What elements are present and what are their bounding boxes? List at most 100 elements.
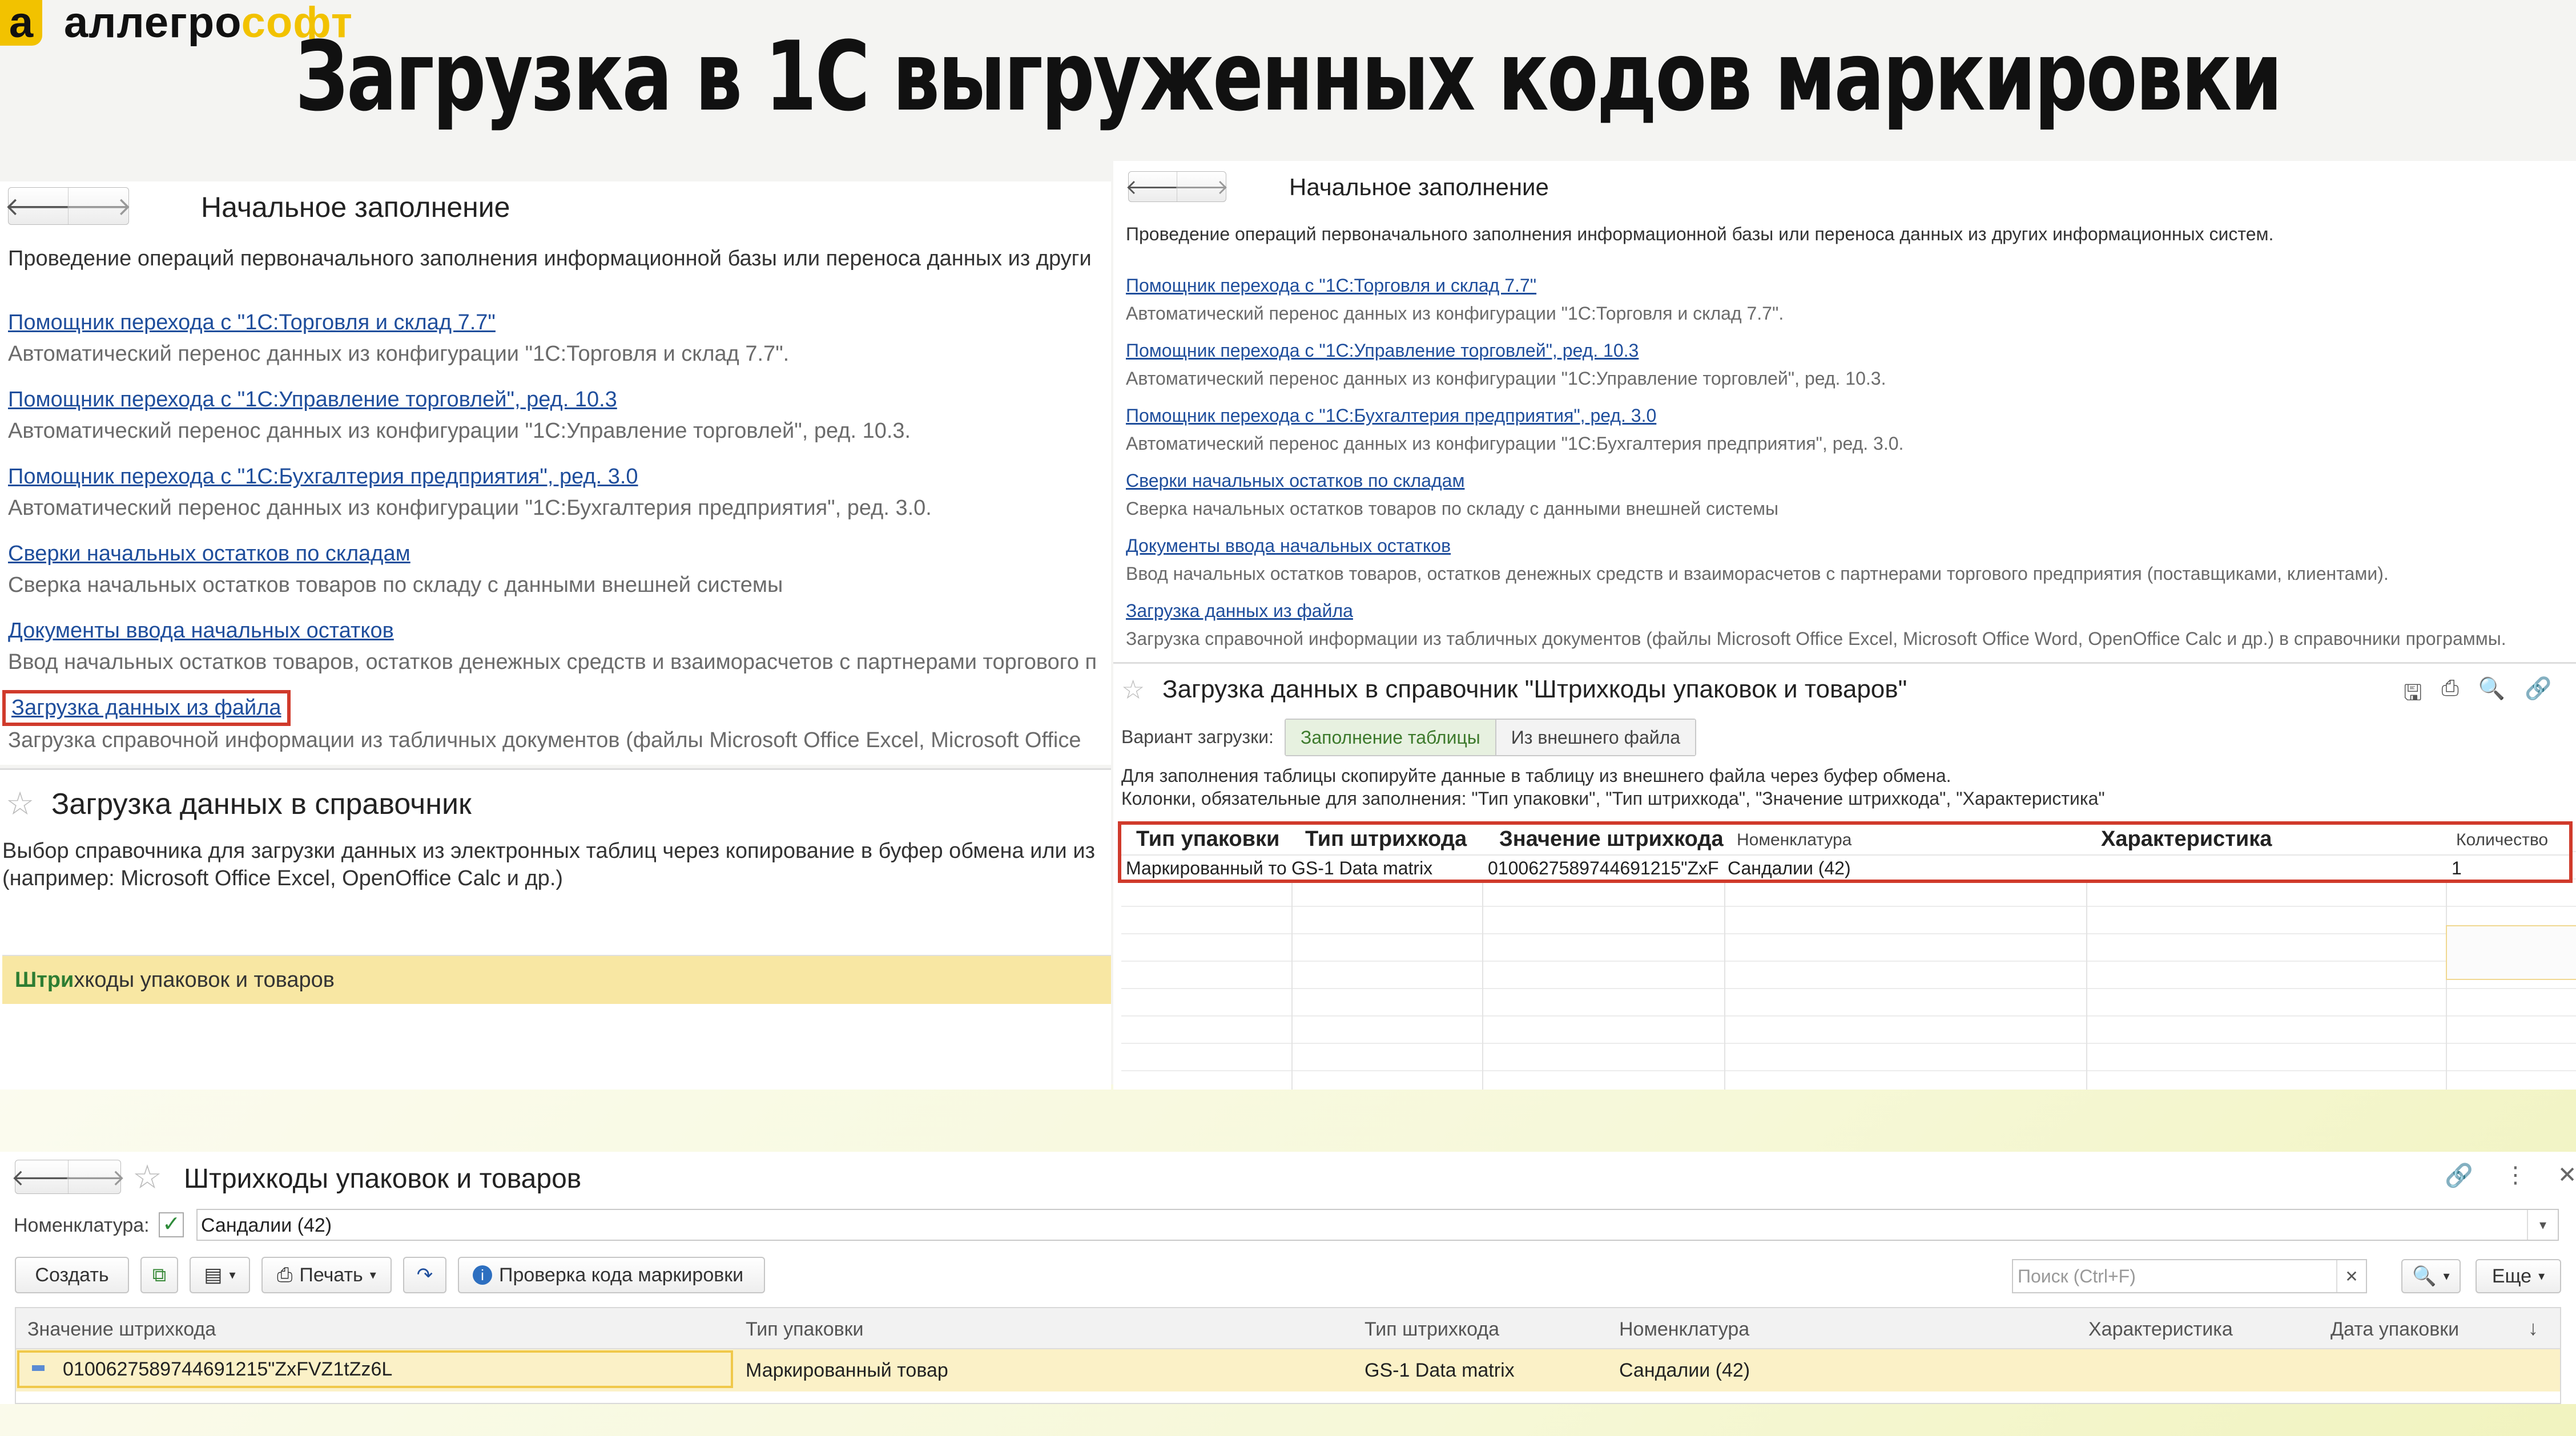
link-list: Помощник перехода с "1С:Торговля и склад… [2, 310, 1111, 765]
cell-package-type: Маркированный то [1126, 858, 1287, 878]
brand-logo-icon: a [0, 0, 42, 46]
chevron-down-icon: ▾ [369, 1268, 376, 1282]
variant-option-file[interactable]: Из внешнего файла [1496, 720, 1696, 755]
forward-arrow-icon[interactable]: 🡒 [1174, 172, 1229, 201]
search-input[interactable]: Поиск (Ctrl+F) ✕ [2012, 1259, 2367, 1293]
check-button-label: Проверка кода маркировки [499, 1264, 744, 1286]
table-header: Тип упаковки [1136, 827, 1279, 852]
link-description: Ввод начальных остатков товаров, остатко… [8, 650, 1097, 674]
link-description: Автоматический перенос данных из конфигу… [8, 419, 911, 443]
print-icon[interactable]: ⎙ [2441, 676, 2458, 713]
selected-cell[interactable]: 0100627589744691215"ZxFVZ1tZz6L [17, 1350, 733, 1388]
barcodes-table: Значение штрихкода Тип упаковки Тип штри… [15, 1307, 2561, 1404]
column-header[interactable]: Номенклатура [1619, 1318, 1749, 1341]
favorite-star-icon[interactable]: ☆ [132, 1157, 162, 1196]
forward-arrow-icon[interactable]: 🡒 [65, 188, 132, 224]
update-button[interactable]: ↷ [403, 1257, 446, 1293]
import-table-data-rows: Тип упаковки Тип штрихкода Значение штри… [1118, 821, 2573, 883]
link-item[interactable]: Помощник перехода с "1С:Управление торго… [1126, 340, 2576, 361]
link-item[interactable]: Помощник перехода с "1С:Торговля и склад… [1126, 275, 2576, 296]
report-icon: ▤ [204, 1264, 223, 1286]
variant-label: Вариант загрузки: [1121, 727, 1274, 747]
link-description: Автоматический перенос данных из конфигу… [1126, 303, 1784, 324]
more-button-label: Еще [2492, 1265, 2532, 1287]
load-from-file-link[interactable]: Загрузка данных из файла [2, 690, 291, 726]
back-arrow-icon[interactable]: 🡐 [11, 1160, 72, 1193]
window-actions: 🔗 ⋮ ✕ [2445, 1162, 2576, 1189]
favorite-star-icon[interactable]: ☆ [1121, 674, 1145, 705]
panel-description: Проведение операций первоначального запо… [8, 247, 1092, 271]
copy-button[interactable]: ⧉ [140, 1257, 178, 1293]
copy-icon: ⧉ [152, 1264, 167, 1286]
link-item[interactable]: Загрузка данных из файла [1126, 600, 2576, 622]
preview-icon[interactable]: 🔍 [2478, 676, 2505, 713]
import-form-panel: ☆ Загрузка данных в справочник "Штрихкод… [1113, 662, 2576, 1090]
save-icon[interactable]: 🖫 [2404, 676, 2422, 713]
variant-option-table[interactable]: Заполнение таблицы [1286, 720, 1496, 755]
link-description: Автоматический перенос данных из конфигу… [1126, 368, 1886, 389]
hint-line: Колонки, обязательные для заполнения: "Т… [1121, 788, 2105, 809]
link-description: Сверка начальных остатков товаров по скл… [1126, 498, 1778, 519]
column-header[interactable]: Тип упаковки [746, 1318, 864, 1341]
cell-package-type: Маркированный товар [746, 1360, 948, 1381]
link-item[interactable]: Документы ввода начальных остатков [1126, 535, 2576, 556]
chevron-down-icon: ▾ [229, 1268, 236, 1282]
column-header: Значение штрихкода [1499, 827, 1724, 851]
more-menu-icon[interactable]: ⋮ [2504, 1162, 2527, 1189]
link-item[interactable]: Помощник перехода с "1С:Управление торго… [8, 388, 1111, 412]
link-list: Помощник перехода с "1С:Торговля и склад… [1126, 275, 2576, 662]
column-header[interactable]: Значение штрихкода [27, 1318, 216, 1341]
description-line: (например: Microsoft Office Excel, OpenO… [2, 866, 564, 890]
more-button[interactable]: Еще ▾ [2476, 1259, 2561, 1293]
create-button[interactable]: Создать [15, 1257, 129, 1293]
close-icon[interactable]: ✕ [2558, 1162, 2576, 1189]
nav-buttons: 🡐 🡒 [11, 1160, 126, 1194]
link-icon[interactable]: 🔗 [2445, 1162, 2473, 1189]
filter-checkbox[interactable]: ✓ [159, 1212, 184, 1237]
description-line: Выбор справочника для загрузки данных из… [2, 839, 1095, 863]
panel-title: Начальное заполнение [1289, 174, 1549, 200]
left-initial-fill-panel: 🡐 🡒 Начальное заполнение Проведение опер… [0, 181, 1111, 765]
cell-product: Сандалии (42) [1728, 858, 1851, 878]
link-description: Автоматический перенос данных из конфигу… [1126, 433, 1904, 454]
chevron-down-icon: ▾ [2443, 1269, 2450, 1283]
dropdown-arrow-icon[interactable]: ▾ [2527, 1210, 2558, 1240]
nav-buttons: 🡐 🡒 [1125, 171, 1229, 202]
filter-value: Сандалии (42) [201, 1215, 332, 1236]
link-item[interactable]: Сверки начальных остатков по складам [1126, 470, 2576, 491]
column-header[interactable]: Тип штрихкода [1365, 1318, 1499, 1341]
cell-barcode-type: GS-1 Data matrix [1291, 858, 1433, 878]
table-row[interactable]: Маркированный то GS-1 Data matrix 010062… [1121, 854, 2569, 881]
back-arrow-icon[interactable]: 🡐 [5, 188, 72, 224]
link-description: Загрузка справочной информации из таблич… [8, 728, 1081, 752]
column-header[interactable]: Характеристика [2088, 1318, 2233, 1341]
sort-arrow-icon[interactable]: ↓ [2528, 1316, 2538, 1340]
filter-product-field[interactable]: Сандалии (42) ▾ [196, 1209, 2559, 1241]
check-marking-code-button[interactable]: i Проверка кода маркировки [458, 1257, 765, 1293]
cell-barcode-value: 0100627589744691215"ZxF [1488, 858, 1719, 878]
report-menu-button[interactable]: ▤ ▾ [190, 1257, 250, 1293]
column-header: Тип штрихкода [1305, 827, 1467, 851]
link-item[interactable]: Сверки начальных остатков по складам [8, 542, 1111, 566]
clear-icon[interactable]: ✕ [2336, 1260, 2366, 1292]
favorite-star-icon[interactable]: ☆ [6, 785, 34, 822]
search-match: Штри [15, 967, 74, 992]
link-item[interactable]: Документы ввода начальных остатков [8, 619, 1111, 643]
hint-line: Для заполнения таблицы скопируйте данные… [1121, 765, 1951, 786]
column-header[interactable]: Дата упаковки [2331, 1318, 2459, 1341]
catalog-item-selected[interactable]: Штри хкоды упаковок и товаров [2, 956, 1111, 1004]
print-icon: ⎙ [277, 1264, 293, 1286]
search-options-button[interactable]: 🔍 ▾ [2401, 1259, 2461, 1293]
link-item[interactable]: Помощник перехода с "1С:Бухгалтерия пред… [8, 465, 1111, 489]
link-description: Загрузка справочной информации из таблич… [1126, 628, 2506, 649]
link-item[interactable]: Помощник перехода с "1С:Торговля и склад… [8, 310, 1111, 335]
forward-arrow-icon[interactable]: 🡒 [64, 1160, 126, 1193]
print-button[interactable]: ⎙ Печать ▾ [261, 1257, 392, 1293]
back-arrow-icon[interactable]: 🡐 [1125, 172, 1181, 201]
table-row[interactable]: 0100627589744691215"ZxFVZ1tZz6L Маркиров… [16, 1349, 2560, 1391]
link-item[interactable]: Помощник перехода с "1С:Бухгалтерия пред… [1126, 405, 2576, 426]
column-header: Тип упаковки [1136, 827, 1280, 851]
link-icon[interactable]: 🔗 [2525, 676, 2551, 713]
column-header: Количество [2456, 830, 2549, 849]
panel-description: Выбор справочника для загрузки данных из… [2, 837, 1095, 892]
